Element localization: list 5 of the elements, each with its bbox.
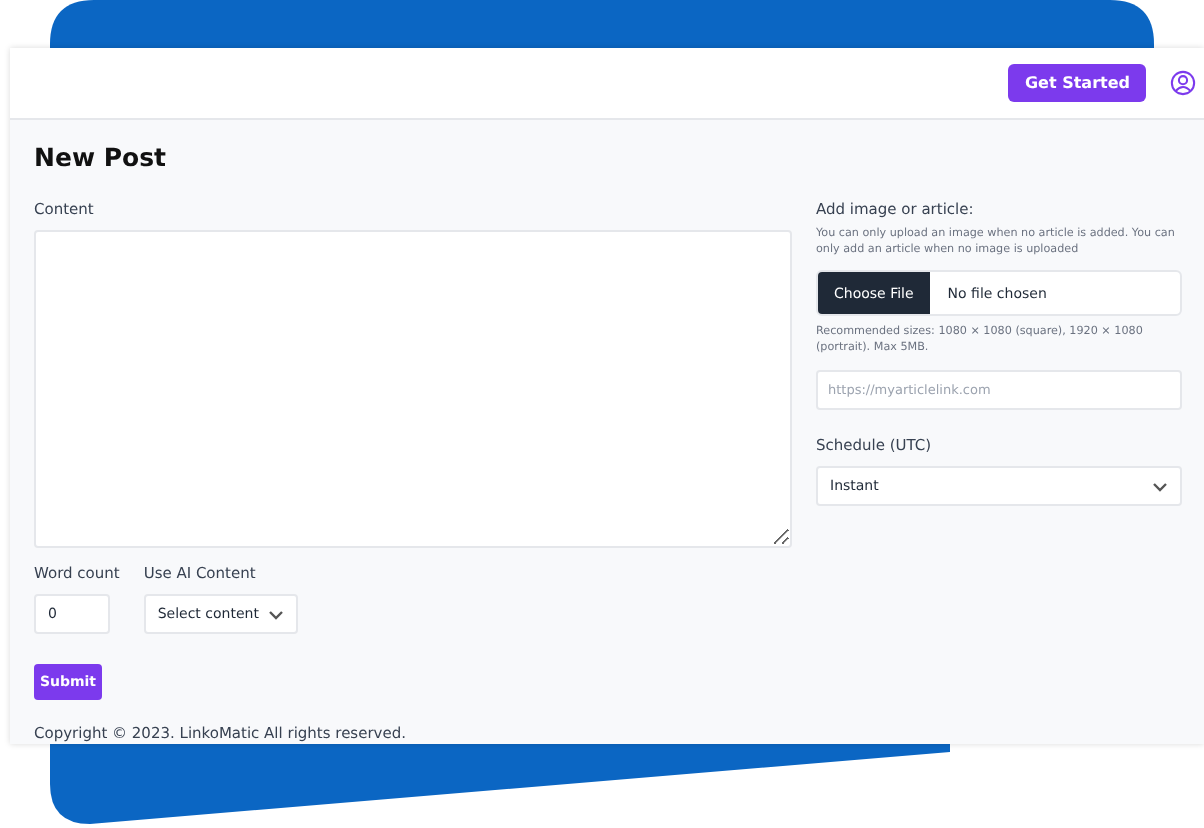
user-icon[interactable] (1170, 70, 1196, 96)
chevron-down-icon (1152, 481, 1168, 492)
chevron-down-icon (267, 609, 284, 619)
get-started-button[interactable]: Get Started (1008, 64, 1146, 102)
page-title: New Post (34, 142, 169, 172)
